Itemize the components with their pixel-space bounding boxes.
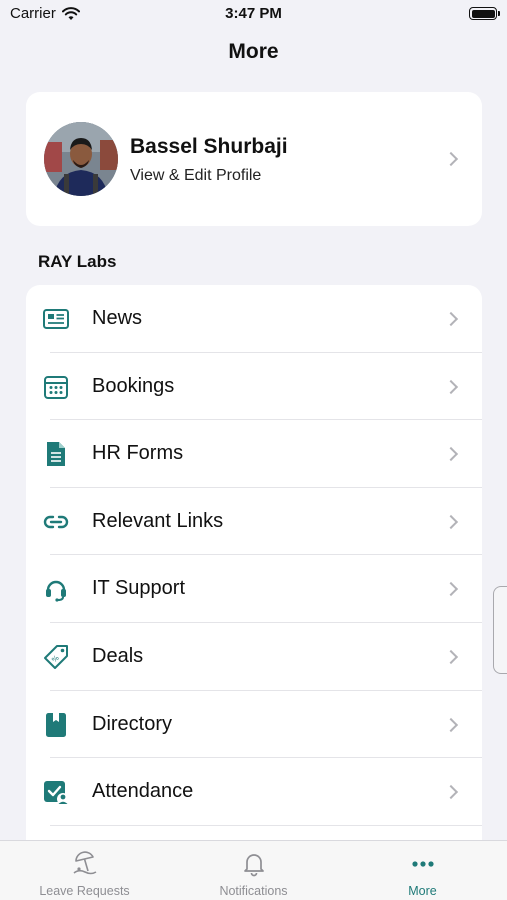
chevron-right-icon [443,717,459,732]
tab-leave-requests[interactable]: Leave Requests [0,841,169,900]
chevron-right-icon [443,582,459,597]
chevron-right-icon [443,379,459,394]
tab-label: Notifications [219,884,288,898]
tab-label: Leave Requests [39,884,130,898]
menu-item-directory[interactable]: Directory [26,691,482,759]
menu-item-label: IT Support [92,577,186,600]
tab-bar: Leave Requests Notifications More [0,840,507,900]
battery-icon [469,7,500,20]
menu-item-label: Attendance [92,780,194,803]
profile-name: Bassel Shurbaji [130,135,288,158]
menu-item-bookings[interactable]: Bookings [26,353,482,421]
tab-more[interactable]: More [338,841,507,900]
beach-umbrella-icon [73,851,97,875]
chevron-right-icon [443,447,459,462]
menu-item-relevant-links[interactable]: Relevant Links [26,488,482,556]
menu-item-it-support[interactable]: IT Support [26,555,482,623]
menu-item-label: Bookings [92,374,175,397]
headset-icon [46,581,66,602]
menu-item-hr-forms[interactable]: HR Forms [26,420,482,488]
profile-subtitle: View & Edit Profile [130,167,262,184]
menu-item-label: Relevant Links [92,509,224,532]
newspaper-icon [43,309,69,329]
chevron-right-icon [443,649,459,665]
profile-card[interactable]: Bassel Shurbaji View & Edit Profile [26,92,482,226]
menu-item-label: Deals [92,645,144,667]
menu-item-deals[interactable]: % Deals [26,623,482,691]
book-icon [46,712,66,737]
side-drawer-handle[interactable] [493,586,507,674]
more-dots-icon [412,861,434,867]
section-title: RAY Labs [38,252,117,271]
menu-item-label: News [92,307,143,329]
chevron-right-icon [443,151,459,167]
tag-icon: % [44,645,68,669]
status-bar: Carrier 3:47 PM [0,0,507,30]
page-title: More [228,40,279,63]
chevron-right-icon [443,785,459,800]
menu-item-attendance[interactable]: Attendance [26,758,482,826]
menu-item-label: Directory [92,712,173,735]
bell-icon [244,854,264,877]
divider [50,824,482,826]
link-icon [43,515,69,528]
tab-notifications[interactable]: Notifications [169,841,338,900]
calendar-icon [44,375,68,399]
menu-item-news[interactable]: News [26,285,482,353]
avatar [44,122,118,196]
menu-list: News Bookings HR Forms Relevant Links IT… [26,285,482,845]
attendance-check-icon [44,781,69,806]
chevron-right-icon [443,514,459,529]
tab-label: More [408,884,437,898]
chevron-right-icon [443,311,459,327]
status-time: 3:47 PM [225,5,282,22]
menu-item-label: HR Forms [92,442,184,465]
document-icon [47,442,65,467]
